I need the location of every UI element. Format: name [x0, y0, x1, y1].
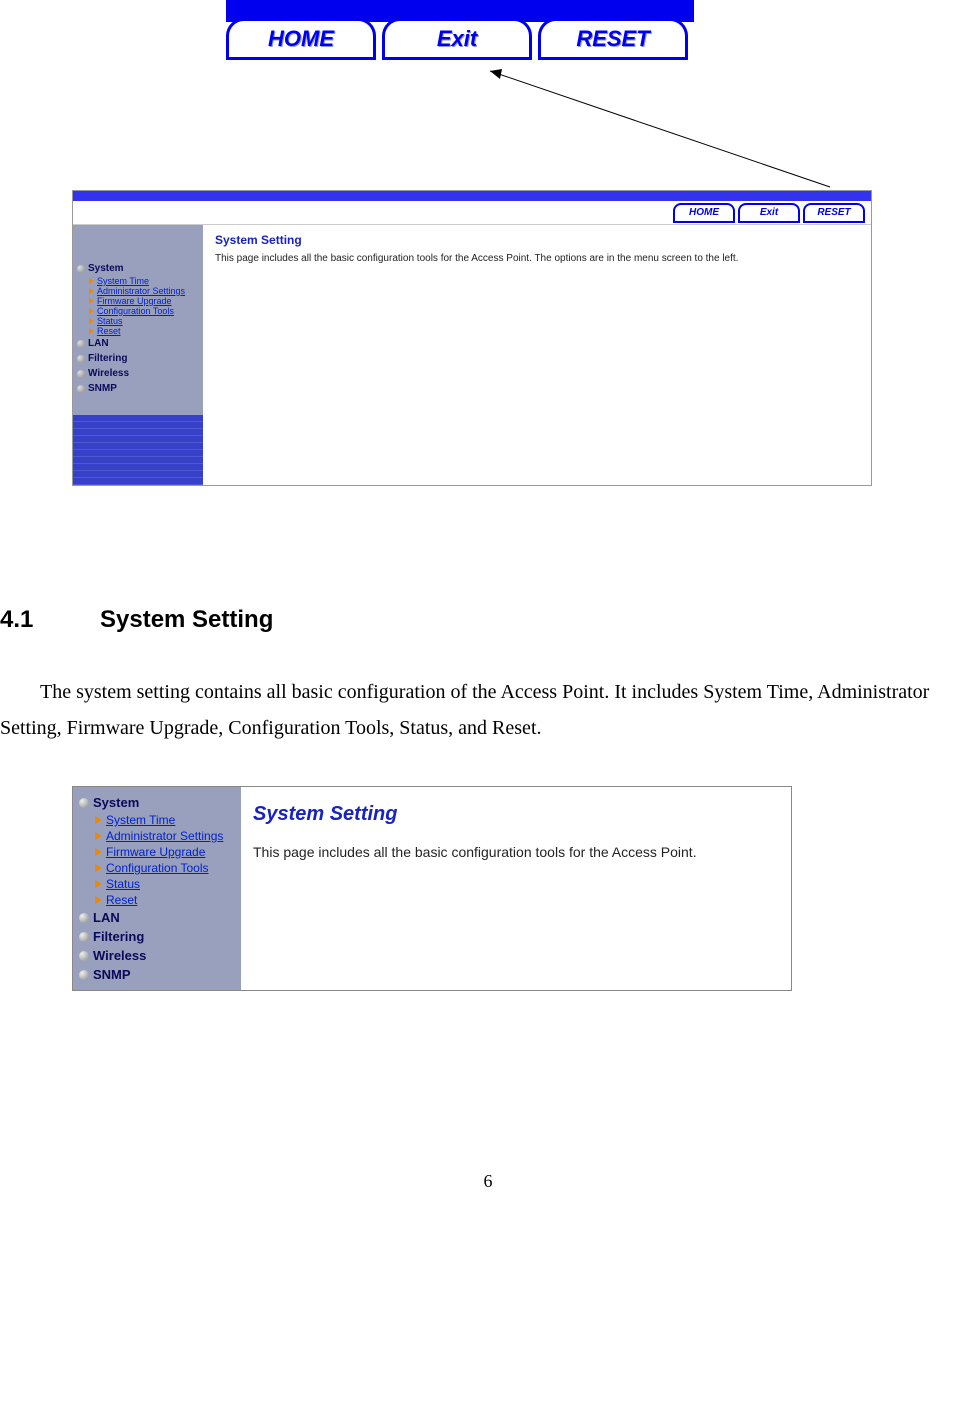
- heading-number: 4.1: [0, 606, 100, 634]
- bullet-icon: [79, 913, 89, 923]
- arrow-icon: [89, 308, 94, 314]
- sidebar-sub-label: Configuration Tools: [97, 306, 174, 316]
- top-nav-buttons-enlarged: HOME Exit RESET: [0, 0, 976, 70]
- bullet-icon: [77, 385, 85, 393]
- sidebar-item-lan[interactable]: LAN: [73, 336, 203, 351]
- sidebar-label: LAN: [88, 338, 109, 349]
- exit-button[interactable]: Exit: [382, 18, 532, 60]
- arrow-icon: [95, 816, 102, 824]
- section-paragraph: The system setting contains all basic co…: [0, 674, 936, 746]
- sidebar-label: System: [93, 795, 139, 810]
- content-title: System Setting: [215, 233, 859, 247]
- sidebar-label: SNMP: [88, 383, 117, 394]
- arrow-icon: [95, 896, 102, 904]
- document-section: 4.1System Setting The system setting con…: [0, 606, 976, 746]
- sidebar-sub-system-time[interactable]: System Time: [73, 812, 241, 828]
- sidebar-item-filtering[interactable]: Filtering: [73, 351, 203, 366]
- sidebar-label: SNMP: [93, 967, 131, 982]
- arrow-icon: [95, 864, 102, 872]
- bullet-icon: [77, 265, 85, 273]
- bullet-icon: [77, 340, 85, 348]
- arrow-icon: [95, 832, 102, 840]
- sidebar-sub-admin-settings[interactable]: Administrator Settings: [73, 286, 203, 296]
- sidebar-sub-label: Configuration Tools: [106, 861, 209, 875]
- sidebar-label: Wireless: [88, 368, 129, 379]
- sidebar-item-system[interactable]: System: [73, 261, 203, 276]
- bullet-icon: [79, 970, 89, 980]
- sidebar-sub-firmware-upgrade[interactable]: Firmware Upgrade: [73, 296, 203, 306]
- arrow-icon: [89, 298, 94, 304]
- admin-ui-screenshot-zoom: System System Time Administrator Setting…: [72, 786, 792, 991]
- section-heading: 4.1System Setting: [0, 606, 936, 634]
- content-description: This page includes all the basic configu…: [253, 844, 779, 860]
- arrow-icon: [95, 848, 102, 856]
- bullet-icon: [77, 355, 85, 363]
- content-description: This page includes all the basic configu…: [215, 253, 859, 264]
- sidebar-sub-reset[interactable]: Reset: [73, 892, 241, 908]
- sidebar-sub-label: Status: [106, 877, 140, 891]
- sidebar-label: System: [88, 263, 124, 274]
- sidebar-item-lan[interactable]: LAN: [73, 908, 241, 927]
- header-bluebar: [73, 191, 871, 201]
- content-title: System Setting: [253, 803, 779, 826]
- exit-button-small[interactable]: Exit: [738, 203, 800, 223]
- sidebar-sub-config-tools[interactable]: Configuration Tools: [73, 860, 241, 876]
- callout-arrow: [0, 65, 976, 205]
- sidebar-sub-label: Firmware Upgrade: [97, 296, 172, 306]
- sidebar-label: Wireless: [93, 948, 146, 963]
- arrow-icon: [95, 880, 102, 888]
- sidebar-item-wireless[interactable]: Wireless: [73, 366, 203, 381]
- sidebar-sub-label: Reset: [106, 893, 137, 907]
- sidebar-item-system[interactable]: System: [73, 793, 241, 812]
- sidebar-sub-label: System Time: [97, 276, 149, 286]
- sidebar: System System Time Administrator Setting…: [73, 787, 241, 990]
- bullet-icon: [79, 951, 89, 961]
- sidebar: System System Time Administrator Setting…: [73, 225, 203, 485]
- header-tabrow: HOME Exit RESET: [73, 201, 871, 225]
- bullet-icon: [79, 798, 89, 808]
- bullet-icon: [77, 370, 85, 378]
- sidebar-sub-label: Firmware Upgrade: [106, 845, 205, 859]
- bullet-icon: [79, 932, 89, 942]
- arrow-icon: [89, 288, 94, 294]
- arrow-icon: [89, 328, 94, 334]
- sidebar-item-filtering[interactable]: Filtering: [73, 927, 241, 946]
- sidebar-item-snmp[interactable]: SNMP: [73, 381, 203, 396]
- sidebar-sub-status[interactable]: Status: [73, 316, 203, 326]
- content-panel: System Setting This page includes all th…: [241, 787, 791, 990]
- sidebar-sub-label: Reset: [97, 326, 121, 336]
- home-button-small[interactable]: HOME: [673, 203, 735, 223]
- sidebar-item-snmp[interactable]: SNMP: [73, 965, 241, 984]
- sidebar-item-wireless[interactable]: Wireless: [73, 946, 241, 965]
- reset-button[interactable]: RESET: [538, 18, 688, 60]
- sidebar-sub-config-tools[interactable]: Configuration Tools: [73, 306, 203, 316]
- sidebar-sub-label: System Time: [106, 813, 175, 827]
- home-button[interactable]: HOME: [226, 18, 376, 60]
- content-panel: System Setting This page includes all th…: [203, 225, 871, 485]
- sidebar-sub-system-time[interactable]: System Time: [73, 276, 203, 286]
- sidebar-sub-reset[interactable]: Reset: [73, 326, 203, 336]
- sidebar-label: Filtering: [88, 353, 127, 364]
- sidebar-sub-label: Status: [97, 316, 123, 326]
- sidebar-decoration: [73, 415, 203, 485]
- sidebar-label: Filtering: [93, 929, 144, 944]
- sidebar-sub-label: Administrator Settings: [97, 286, 185, 296]
- sidebar-sub-status[interactable]: Status: [73, 876, 241, 892]
- heading-text: System Setting: [100, 606, 273, 633]
- page-number: 6: [0, 1171, 976, 1212]
- sidebar-sub-label: Administrator Settings: [106, 829, 223, 843]
- reset-button-small[interactable]: RESET: [803, 203, 865, 223]
- sidebar-label: LAN: [93, 910, 120, 925]
- sidebar-sub-firmware-upgrade[interactable]: Firmware Upgrade: [73, 844, 241, 860]
- arrow-icon: [89, 278, 94, 284]
- arrow-icon: [89, 318, 94, 324]
- sidebar-sub-admin-settings[interactable]: Administrator Settings: [73, 828, 241, 844]
- admin-ui-screenshot: HOME Exit RESET System System Time Admin…: [72, 190, 872, 486]
